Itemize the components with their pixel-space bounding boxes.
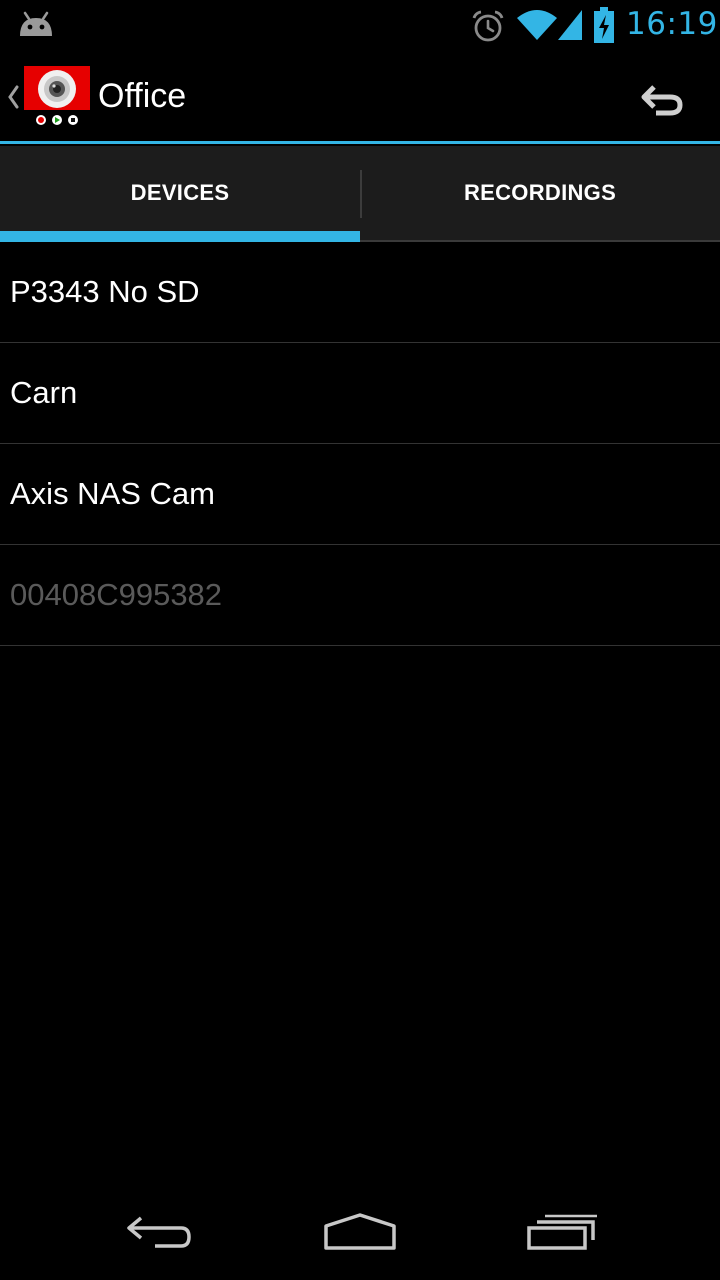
tab-devices[interactable]: DEVICES xyxy=(0,146,360,242)
device-name: P3343 No SD xyxy=(10,274,200,309)
selected-tab-indicator xyxy=(0,231,360,242)
list-item[interactable]: Axis NAS Cam xyxy=(0,444,720,545)
recent-apps-icon xyxy=(527,1214,597,1250)
device-name: 00408C995382 xyxy=(10,577,223,612)
list-item[interactable]: P3343 No SD xyxy=(0,242,720,343)
signal-icon xyxy=(558,10,582,40)
navigation-bar xyxy=(0,1184,720,1280)
home-icon xyxy=(324,1213,396,1250)
undo-button[interactable] xyxy=(630,72,696,126)
device-list: P3343 No SD Carn Axis NAS Cam 00408C9953… xyxy=(0,242,720,646)
recent-apps-button[interactable] xyxy=(507,1204,617,1260)
app-logo[interactable] xyxy=(24,66,90,128)
tab-bar: DEVICES RECORDINGS xyxy=(0,146,720,242)
wifi-icon xyxy=(517,10,557,40)
tab-devices-label: DEVICES xyxy=(130,180,230,205)
undo-icon xyxy=(641,85,683,116)
back-button[interactable] xyxy=(105,1204,215,1260)
android-icon xyxy=(20,11,52,36)
battery-charging-icon xyxy=(594,7,614,43)
up-caret-icon[interactable] xyxy=(6,84,20,110)
status-clock: 16:19 xyxy=(626,6,718,42)
back-icon xyxy=(127,1216,191,1248)
tab-recordings[interactable]: RECORDINGS xyxy=(360,146,720,240)
page-title: Office xyxy=(98,77,187,115)
list-item[interactable]: Carn xyxy=(0,343,720,444)
device-name: Carn xyxy=(10,375,78,410)
alarm-icon xyxy=(472,10,504,42)
status-bar: 16:19 xyxy=(0,0,720,50)
tab-recordings-label: RECORDINGS xyxy=(463,180,617,205)
device-name: Axis NAS Cam xyxy=(10,476,215,511)
home-button[interactable] xyxy=(305,1204,415,1260)
list-item: 00408C995382 xyxy=(0,545,720,646)
action-bar: Office xyxy=(0,50,720,144)
